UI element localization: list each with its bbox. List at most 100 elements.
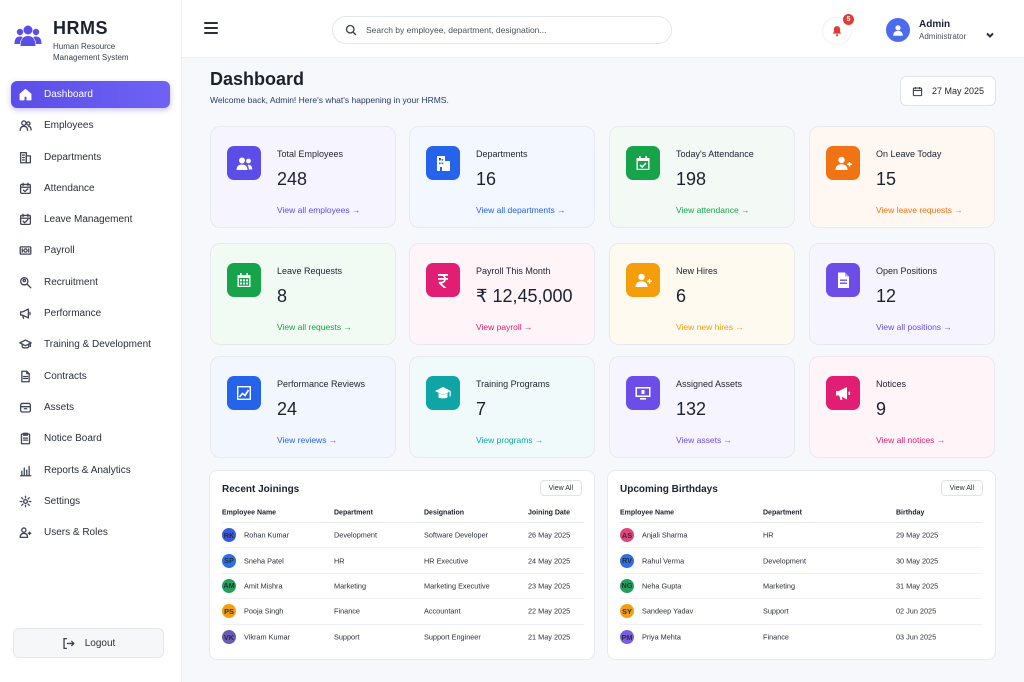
cell-department: HR xyxy=(763,530,774,540)
avatar xyxy=(886,18,910,42)
user-icon xyxy=(893,25,903,36)
stat-card-link[interactable]: View attendance → xyxy=(676,205,750,215)
cell-date: 02 Jun 2025 xyxy=(896,606,937,616)
sidebar-item-recruitment[interactable]: Recruitment xyxy=(11,269,170,296)
stat-card-link[interactable]: View payroll → xyxy=(476,322,533,332)
table-row[interactable]: PM Priya Mehta Finance 03 Jun 2025 xyxy=(620,625,982,650)
cell-department: Support xyxy=(334,632,360,642)
table-row[interactable]: RK Rohan Kumar Development Software Develop… xyxy=(222,523,584,549)
table-row[interactable]: AM Amit Mishra Marketing Marketing Executiv… xyxy=(222,574,584,600)
stat-card-value: ₹ 12,45,000 xyxy=(476,286,573,306)
stat-card-notices[interactable]: Notices 9 View all notices → xyxy=(809,356,995,458)
sidebar-item-departments[interactable]: Departments xyxy=(11,144,170,171)
building-icon xyxy=(18,150,32,164)
column-header: Employee Name xyxy=(620,509,675,516)
table-row[interactable]: AS Anjali Sharma HR 29 May 2025 xyxy=(620,523,982,549)
stat-card-link[interactable]: View programs → xyxy=(476,435,543,445)
table-row[interactable]: SP Sneha Patel HR HR Executive 24 May 2025 xyxy=(222,548,584,574)
bell-icon xyxy=(832,26,842,37)
sidebar-item-users-roles[interactable]: Users & Roles xyxy=(11,519,170,546)
stat-card-link[interactable]: View assets → xyxy=(676,435,732,445)
table-header: Employee Name Department Birthday xyxy=(620,503,982,523)
table-row[interactable]: RV Rahul Verma Development 30 May 2025 xyxy=(620,548,982,574)
stat-card-link[interactable]: View all positions → xyxy=(876,322,952,332)
avatar: PS xyxy=(222,604,236,619)
stat-card-total-employees[interactable]: Total Employees 248 View all employees → xyxy=(210,126,396,228)
cell-name: Rohan Kumar xyxy=(244,530,290,540)
cell-department: Finance xyxy=(763,632,789,642)
stat-card-open-positions[interactable]: Open Positions 12 View all positions → xyxy=(809,243,995,345)
avatar: SP xyxy=(222,553,236,568)
table-row[interactable]: PS Pooja Singh Finance Accountant 22 May 202… xyxy=(222,599,584,625)
logout-button[interactable]: Logout xyxy=(13,628,164,658)
table-row[interactable]: NG Neha Gupta Marketing 31 May 2025 xyxy=(620,574,982,600)
cell-department: Finance xyxy=(334,606,360,616)
brand[interactable]: HRMS Human Resource Management System xyxy=(14,18,143,63)
table-row[interactable]: VK Vikram Kumar Support Support Engineer 21 … xyxy=(222,625,584,650)
sidebar-item-training-development[interactable]: Training & Development xyxy=(11,331,170,358)
cell-designation: HR Executive xyxy=(424,556,469,566)
table-row[interactable]: SY Sandeep Yadav Support 02 Jun 2025 xyxy=(620,599,982,625)
sidebar-item-dashboard[interactable]: Dashboard xyxy=(11,81,170,108)
sidebar-item-payroll[interactable]: Payroll xyxy=(11,237,170,264)
hamburger-menu-icon[interactable] xyxy=(204,22,218,34)
stat-card-link[interactable]: View reviews → xyxy=(277,435,337,445)
upcoming-birthdays-title: Upcoming Birthdays xyxy=(620,484,718,495)
recent-joinings-panel: Recent Joinings View All Employee Name De… xyxy=(209,470,595,660)
box-icon xyxy=(18,400,32,414)
cell-department: HR xyxy=(334,556,345,566)
upcoming-birthdays-view-all-button[interactable]: View All xyxy=(940,480,983,496)
stat-card-link[interactable]: View all employees → xyxy=(277,205,360,215)
stat-card-on-leave-today[interactable]: On Leave Today 15 View leave requests → xyxy=(809,126,995,228)
sidebar-item-contracts[interactable]: Contracts xyxy=(11,363,170,390)
cell-designation: Support Engineer xyxy=(424,632,481,642)
stat-card-value: 15 xyxy=(876,169,897,189)
sidebar-item-employees[interactable]: Employees xyxy=(11,112,170,139)
stat-card-today-s-attendance[interactable]: Today's Attendance 198 View attendance → xyxy=(609,126,795,228)
sidebar-item-leave-management[interactable]: Leave Management xyxy=(11,206,170,233)
stat-card-performance-reviews[interactable]: Performance Reviews 24 View reviews → xyxy=(210,356,396,458)
stat-card-link[interactable]: View all notices → xyxy=(876,435,945,445)
stat-card-link[interactable]: View all departments → xyxy=(476,205,566,215)
stat-card-payroll-this-month[interactable]: Payroll This Month ₹ 12,45,000 View payrol… xyxy=(409,243,595,345)
money-icon xyxy=(18,244,32,258)
cell-name: Priya Mehta xyxy=(642,632,681,642)
sidebar-item-assets[interactable]: Assets xyxy=(11,394,170,421)
search-input[interactable] xyxy=(366,25,646,35)
sidebar-item-label: Dashboard xyxy=(44,89,93,100)
avatar: RV xyxy=(620,553,634,568)
search-bar[interactable] xyxy=(332,16,672,44)
sidebar-item-settings[interactable]: Settings xyxy=(11,488,170,515)
home-icon xyxy=(18,88,32,102)
column-header: Employee Name xyxy=(222,509,277,516)
calendar-check-icon xyxy=(626,146,660,180)
sidebar-item-performance[interactable]: Performance xyxy=(11,300,170,327)
stat-card-link[interactable]: View all requests → xyxy=(277,322,352,332)
calendar-icon xyxy=(912,86,923,96)
stat-card-training-programs[interactable]: Training Programs 7 View programs → xyxy=(409,356,595,458)
sidebar-item-notice-board[interactable]: Notice Board xyxy=(11,425,170,452)
stat-card-link[interactable]: View new hires → xyxy=(676,322,744,332)
stat-card-leave-requests[interactable]: Leave Requests 8 View all requests → xyxy=(210,243,396,345)
recent-joinings-view-all-button[interactable]: View All xyxy=(539,480,582,496)
stat-card-value: 6 xyxy=(676,286,687,306)
stat-card-link[interactable]: View leave requests → xyxy=(876,205,963,215)
stat-card-value: 248 xyxy=(277,169,308,189)
cell-department: Development xyxy=(763,556,806,566)
cell-name: Sneha Patel xyxy=(244,556,284,566)
stat-card-title: Notices xyxy=(876,379,907,389)
cell-date: 26 May 2025 xyxy=(528,530,571,540)
sidebar-item-label: Leave Management xyxy=(44,214,133,226)
date-picker-button[interactable]: 27 May 2025 xyxy=(900,76,996,106)
sidebar-item-label: Recruitment xyxy=(44,276,98,288)
user-profile-menu[interactable]: Admin Administrator xyxy=(882,13,1006,47)
sidebar-item-reports-analytics[interactable]: Reports & Analytics xyxy=(11,457,170,484)
brand-subtitle: Human Resource Management System xyxy=(53,42,129,62)
cell-department: Marketing xyxy=(763,581,796,591)
stat-card-assigned-assets[interactable]: Assigned Assets 132 View assets → xyxy=(609,356,795,458)
stat-card-new-hires[interactable]: New Hires 6 View new hires → xyxy=(609,243,795,345)
stat-card-departments[interactable]: Departments 16 View all departments → xyxy=(409,126,595,228)
users-icon xyxy=(227,146,261,180)
sidebar-item-attendance[interactable]: Attendance xyxy=(11,175,170,202)
search-person-icon xyxy=(18,275,32,289)
